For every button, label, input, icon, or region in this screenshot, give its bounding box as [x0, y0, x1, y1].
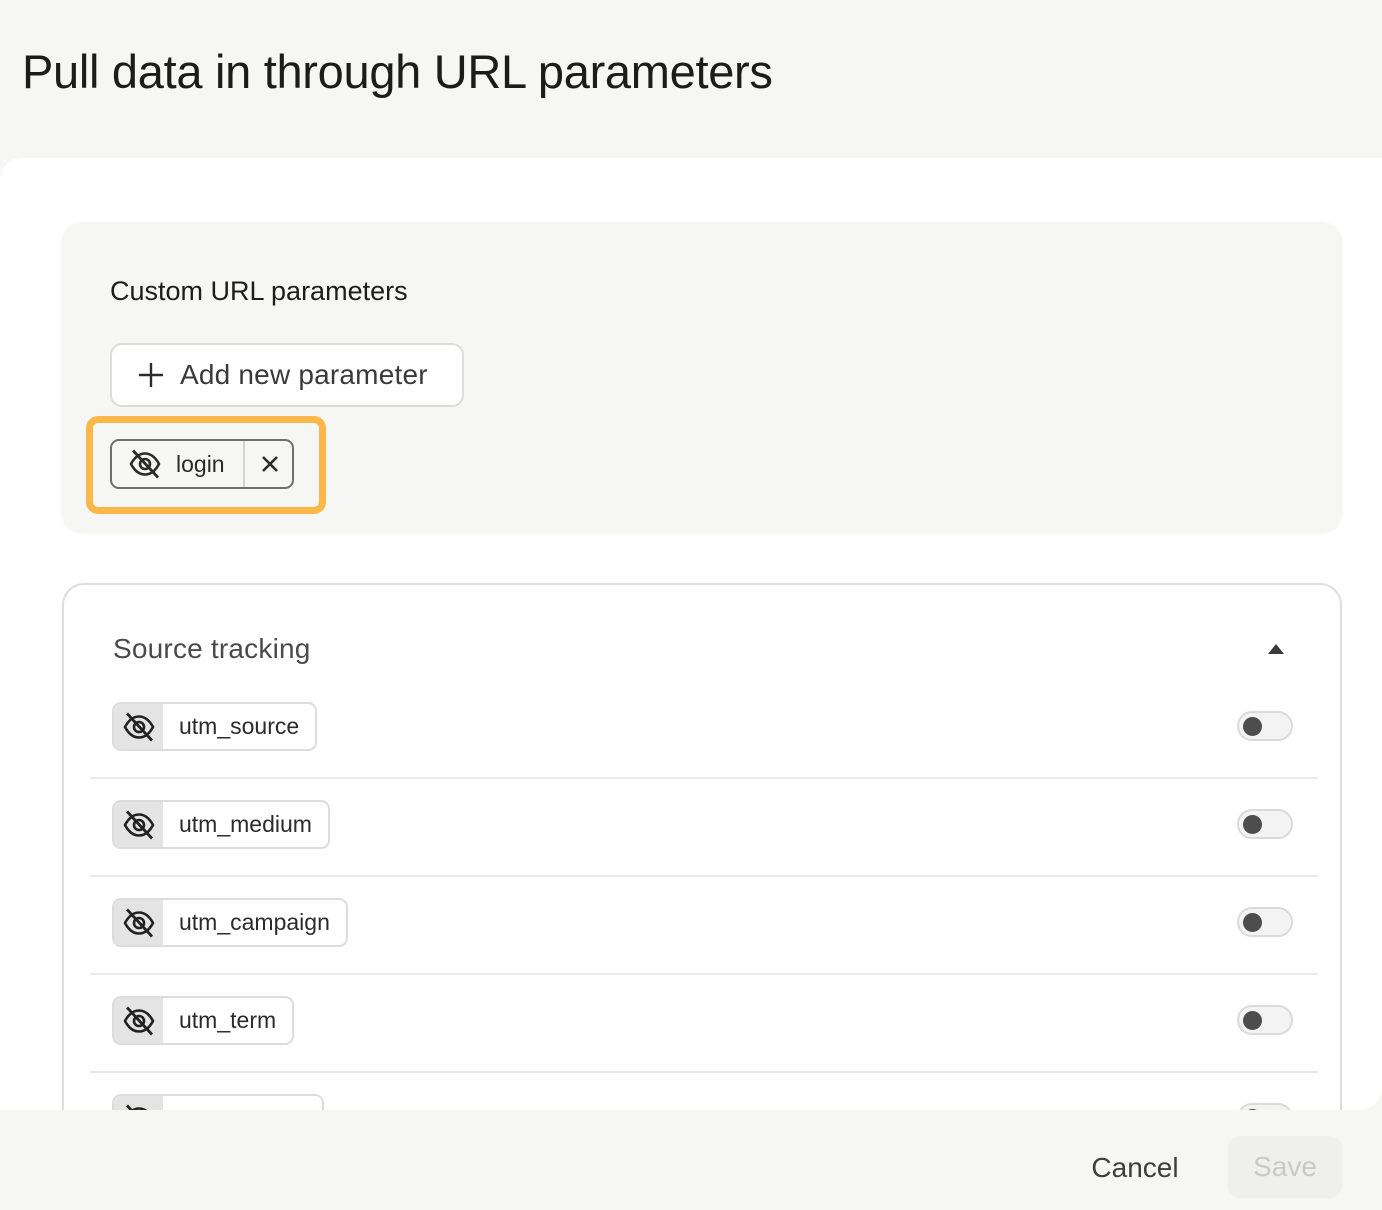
param-chip[interactable]: utm_term — [112, 996, 295, 1045]
triangle-up-icon[interactable] — [1267, 643, 1285, 655]
eye-off-icon[interactable] — [128, 447, 162, 481]
param-row: utm_term — [90, 975, 1318, 1073]
custom-param-chip[interactable]: login — [110, 439, 294, 489]
param-toggle[interactable] — [1237, 1103, 1293, 1110]
param-chip[interactable] — [112, 1094, 324, 1110]
add-parameter-label: Add new parameter — [180, 359, 428, 390]
param-chip[interactable]: utm_source — [112, 702, 318, 751]
toggle-knob — [1243, 1109, 1262, 1110]
param-toggle[interactable] — [1237, 809, 1293, 839]
param-row: utm_source — [90, 681, 1318, 779]
param-toggle[interactable] — [1237, 1005, 1293, 1035]
toggle-knob — [1243, 1011, 1262, 1030]
param-name: utm_campaign — [179, 909, 330, 935]
chip-divider — [243, 441, 245, 487]
toggle-knob — [1243, 815, 1262, 834]
dialog: Pull data in through URL parameters Cust… — [0, 0, 1382, 1210]
param-row: utm_medium — [90, 779, 1318, 877]
source-tracking-title: Source tracking — [113, 633, 311, 664]
param-toggle[interactable] — [1237, 907, 1293, 937]
toggle-knob — [1243, 717, 1262, 736]
page-title: Pull data in through URL parameters — [22, 45, 773, 98]
param-name: utm_medium — [179, 811, 312, 837]
param-chip[interactable]: utm_medium — [112, 800, 330, 849]
eye-off-icon[interactable] — [114, 998, 163, 1043]
save-button[interactable]: Save — [1228, 1136, 1342, 1198]
close-icon[interactable] — [258, 452, 282, 476]
param-name: utm_term — [179, 1007, 277, 1033]
plus-icon — [139, 363, 163, 387]
eye-off-icon[interactable] — [114, 802, 163, 847]
eye-off-icon[interactable] — [114, 900, 163, 945]
source-tracking-card: Source tracking utm_source utm_medium ut… — [62, 583, 1342, 1110]
param-toggle[interactable] — [1237, 711, 1293, 741]
eye-off-icon[interactable] — [114, 704, 163, 749]
cancel-button[interactable]: Cancel — [1070, 1138, 1200, 1198]
custom-parameters-card: Custom URL parameters Add new parameter … — [62, 222, 1342, 532]
param-row-partial — [90, 1073, 1318, 1110]
add-parameter-button[interactable]: Add new parameter — [110, 343, 464, 407]
eye-off-icon[interactable] — [114, 1096, 163, 1110]
param-chip[interactable]: utm_campaign — [112, 898, 348, 947]
param-row: utm_campaign — [90, 877, 1318, 975]
custom-param-name: login — [176, 450, 225, 477]
custom-parameters-title: Custom URL parameters — [110, 276, 408, 306]
toggle-knob — [1243, 913, 1262, 932]
param-name: utm_source — [179, 713, 300, 739]
main-panel: Custom URL parameters Add new parameter … — [0, 158, 1382, 1110]
